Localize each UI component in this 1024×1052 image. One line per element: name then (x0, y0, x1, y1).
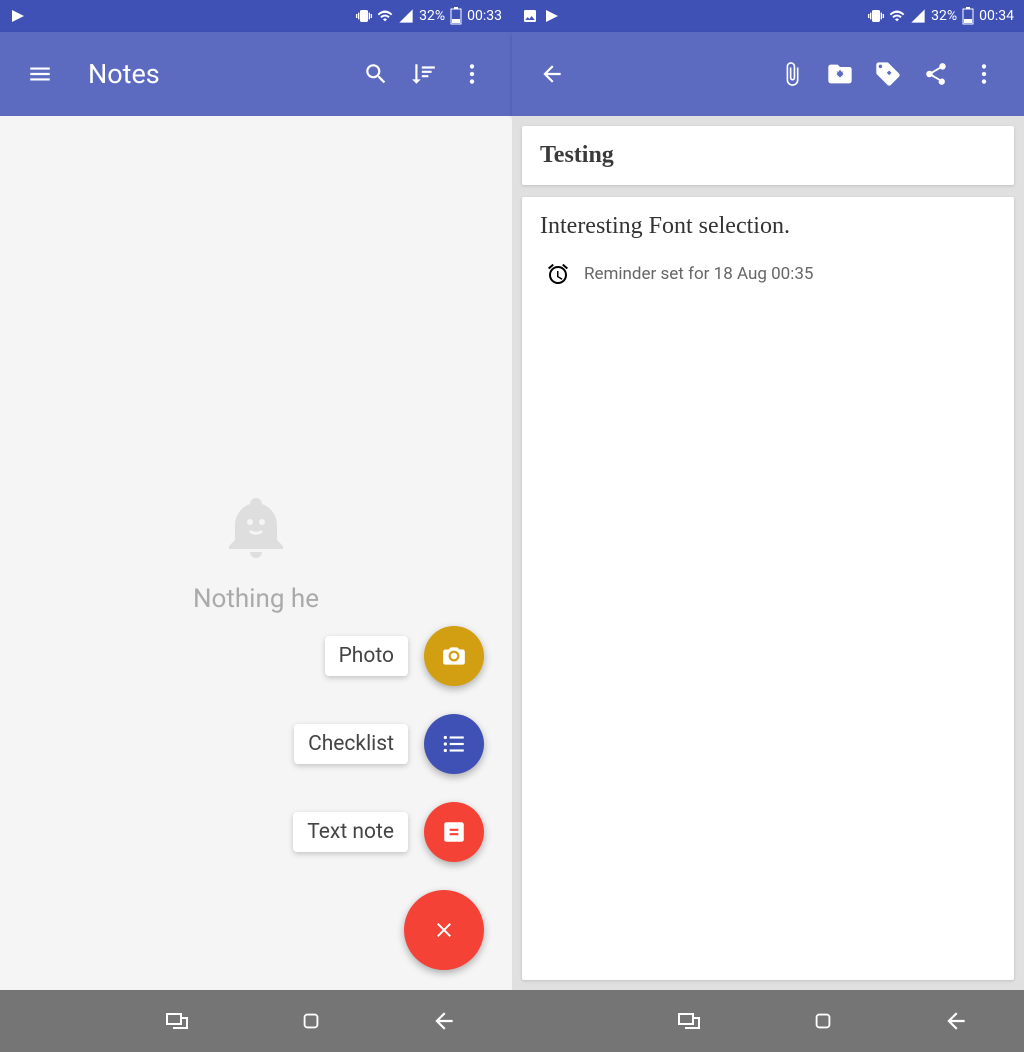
fab-textnote-button[interactable] (424, 802, 484, 862)
play-icon (10, 8, 26, 24)
list-icon (441, 731, 467, 757)
note-body: Interesting Font selection. (540, 213, 996, 240)
note-body-card[interactable]: Interesting Font selection. Reminder set… (522, 197, 1014, 980)
signal-icon (910, 8, 926, 24)
alarm-icon (546, 262, 570, 286)
nav-bar-left (0, 990, 512, 1052)
fab-label-photo: Photo (325, 636, 408, 676)
image-icon (522, 8, 538, 24)
nav-back-icon[interactable] (431, 1008, 457, 1034)
battery-pct-label: 32% (419, 8, 445, 24)
note-title-card[interactable]: Testing (522, 126, 1014, 185)
attachment-icon[interactable] (768, 50, 816, 98)
nav-home-icon[interactable] (812, 1010, 834, 1032)
fab-menu: Photo Checklist Text note (293, 626, 484, 970)
status-time: 00:33 (467, 8, 502, 24)
reminder-row[interactable]: Reminder set for 18 Aug 00:35 (540, 262, 996, 286)
tag-icon[interactable] (864, 50, 912, 98)
play-icon (544, 8, 560, 24)
app-bar-right (512, 32, 1024, 116)
menu-icon[interactable] (16, 50, 64, 98)
more-icon[interactable] (960, 50, 1008, 98)
note-icon (441, 819, 467, 845)
close-icon (432, 918, 456, 942)
app-bar-left: Notes (0, 32, 512, 116)
bell-icon (220, 492, 292, 564)
fab-label-checklist: Checklist (294, 724, 408, 764)
wifi-icon (377, 8, 393, 24)
note-title: Testing (540, 142, 996, 169)
empty-text: Nothing he (193, 584, 319, 614)
nav-recents-icon[interactable] (164, 1011, 190, 1031)
status-time: 00:34 (979, 8, 1014, 24)
battery-pct-label: 32% (931, 8, 957, 24)
fab-photo-button[interactable] (424, 626, 484, 686)
back-icon[interactable] (528, 50, 576, 98)
wifi-icon (889, 8, 905, 24)
page-title: Notes (88, 58, 352, 90)
fab-close-button[interactable] (404, 890, 484, 970)
nav-back-icon[interactable] (943, 1008, 969, 1034)
status-bar-right: 32% 00:34 (512, 0, 1024, 32)
battery-icon (962, 7, 974, 25)
fab-label-textnote: Text note (293, 812, 408, 852)
reminder-text: Reminder set for 18 Aug 00:35 (584, 264, 813, 284)
screen-right: 32% 00:34 (512, 0, 1024, 1052)
nav-bar-right (512, 990, 1024, 1052)
screen-left: 32% 00:33 Notes Nothing he (0, 0, 512, 1052)
vibrate-icon (868, 8, 884, 24)
signal-icon (398, 8, 414, 24)
share-icon[interactable] (912, 50, 960, 98)
sort-icon[interactable] (400, 50, 448, 98)
more-icon[interactable] (448, 50, 496, 98)
nav-home-icon[interactable] (300, 1010, 322, 1032)
note-content-area: Testing Interesting Font selection. Remi… (512, 116, 1024, 990)
category-icon[interactable] (816, 50, 864, 98)
nav-recents-icon[interactable] (676, 1011, 702, 1031)
empty-state: Nothing he Photo Checklist Te (0, 116, 512, 990)
search-icon[interactable] (352, 50, 400, 98)
status-bar-left: 32% 00:33 (0, 0, 512, 32)
camera-icon (441, 643, 467, 669)
battery-icon (450, 7, 462, 25)
vibrate-icon (356, 8, 372, 24)
fab-checklist-button[interactable] (424, 714, 484, 774)
